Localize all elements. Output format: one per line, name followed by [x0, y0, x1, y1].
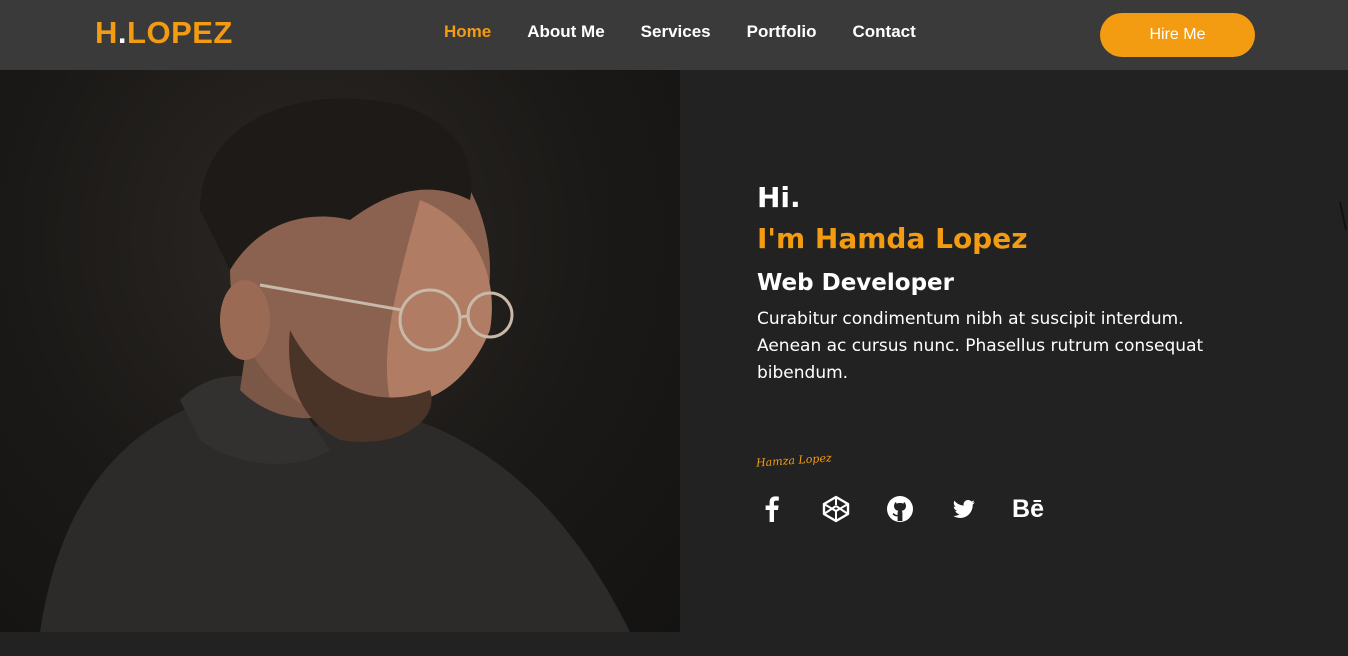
main-nav: Home About Me Services Portfolio Contact	[444, 21, 952, 43]
facebook-icon	[765, 496, 779, 522]
behance-icon: Bē	[1012, 495, 1044, 523]
logo-dot: .	[117, 15, 128, 50]
twitter-link[interactable]	[949, 494, 979, 524]
edge-decoration	[1339, 201, 1347, 231]
navbar: H.LOPEZ Home About Me Services Portfolio…	[0, 0, 1348, 70]
profile-photo	[0, 70, 680, 632]
github-link[interactable]	[885, 494, 915, 524]
hero-section: Hi. I'm Hamda Lopez Web Developer Curabi…	[0, 70, 1348, 656]
nav-about-me[interactable]: About Me	[527, 21, 604, 43]
nav-home[interactable]: Home	[444, 21, 491, 43]
site-logo[interactable]: H.LOPEZ	[95, 16, 233, 50]
nav-contact[interactable]: Contact	[853, 21, 916, 43]
behance-link[interactable]: Bē	[1012, 494, 1044, 524]
codepen-link[interactable]	[821, 494, 851, 524]
logo-initial: H	[95, 15, 118, 50]
intro-block: Hi. I'm Hamda Lopez Web Developer Curabi…	[757, 180, 1277, 387]
hire-me-button[interactable]: Hire Me	[1100, 13, 1255, 57]
social-links: Bē	[757, 494, 1077, 524]
twitter-icon	[953, 500, 975, 518]
nav-services[interactable]: Services	[641, 21, 711, 43]
logo-surname: LOPEZ	[127, 15, 233, 50]
signature: Hamza Lopez	[755, 451, 833, 470]
facebook-link[interactable]	[757, 494, 787, 524]
nav-portfolio[interactable]: Portfolio	[747, 21, 817, 43]
portrait-illustration	[40, 98, 630, 632]
github-icon	[887, 496, 913, 522]
bio-text: Curabitur condimentum nibh at suscipit i…	[757, 309, 1204, 383]
greeting-heading: Hi.	[757, 181, 801, 214]
codepen-icon	[822, 495, 850, 523]
name-heading: I'm Hamda Lopez	[757, 222, 1028, 255]
role-heading: Web Developer	[757, 270, 954, 296]
